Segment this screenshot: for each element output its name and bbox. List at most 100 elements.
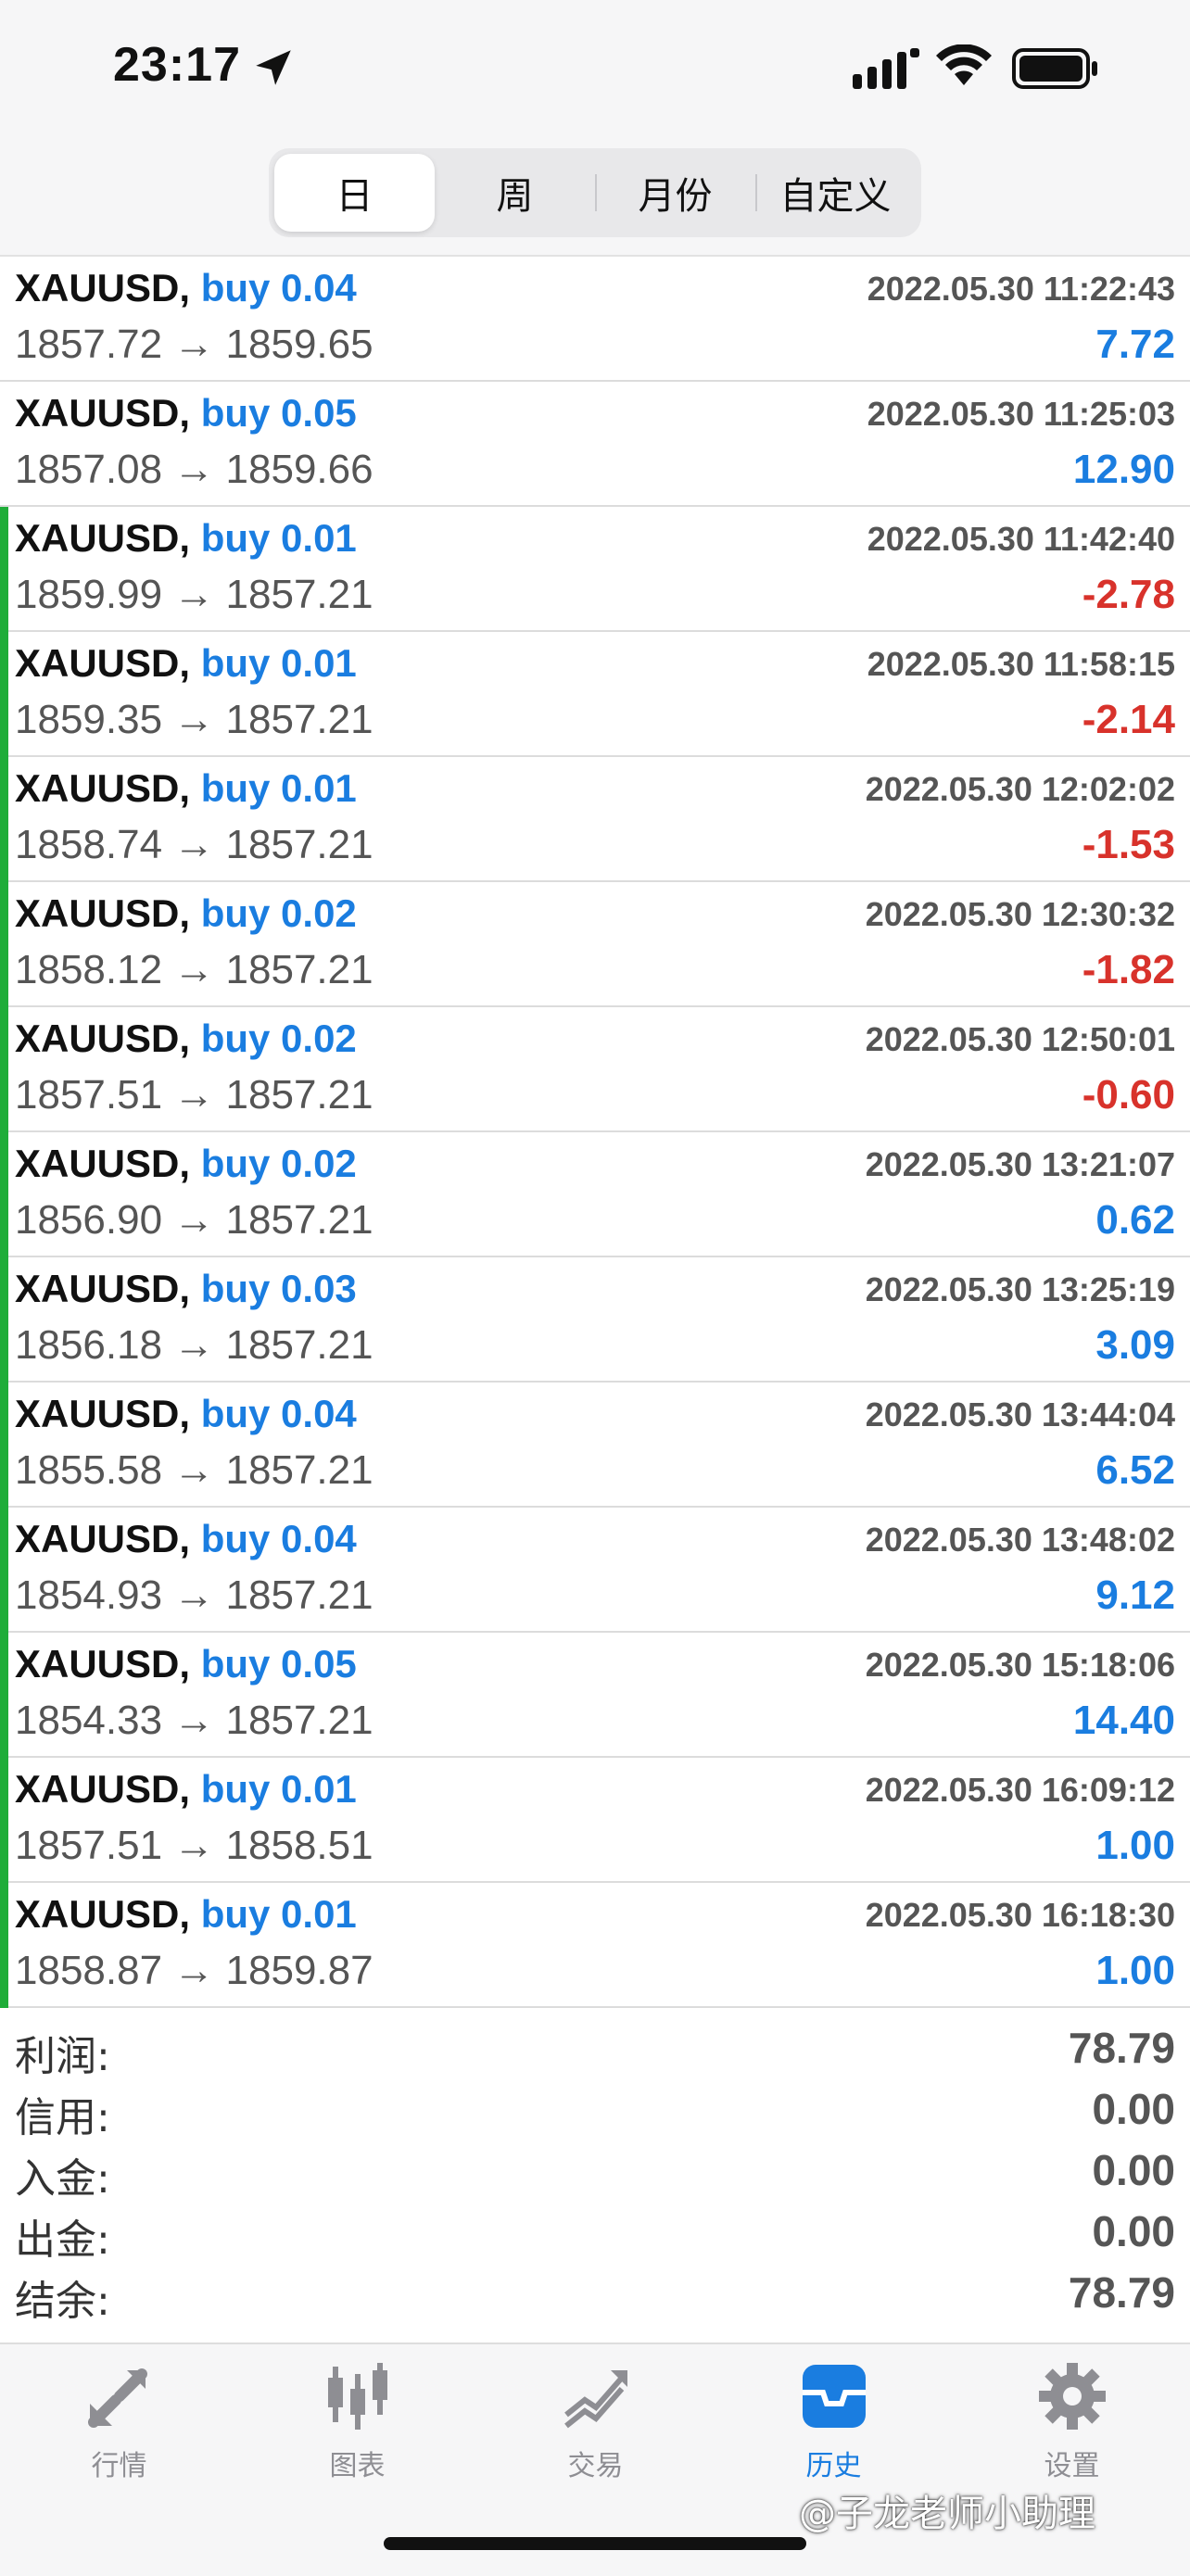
trade-side: buy 0.05 [200,391,357,435]
open-price: 1856.90 [15,1197,163,1243]
trade-profit: -1.82 [1082,947,1175,992]
trade-row[interactable]: XAUUSD, buy 0.04 1855.58 → 1857.21 2022.… [0,1383,1190,1508]
summary-value: 78.79 [1068,2024,1175,2072]
trade-time: 2022.05.30 13:25:19 [865,1270,1175,1308]
trade-side: buy 0.01 [200,641,357,685]
arrow: → [173,697,215,742]
trade-time: 2022.05.30 12:30:32 [865,895,1175,933]
wifi-icon [936,44,992,85]
summary-label: 利润: [15,2033,110,2080]
cellular-signal-icon [853,48,919,89]
trade-time: 2022.05.30 11:22:43 [867,270,1175,308]
trade-row[interactable]: XAUUSD, buy 0.01 1859.99 → 1857.21 2022.… [0,507,1190,632]
trade-side: buy 0.03 [200,1267,357,1310]
trade-row[interactable]: XAUUSD, buy 0.02 1858.12 → 1857.21 2022.… [0,882,1190,1007]
trade-profit: 7.72 [1095,322,1175,367]
open-price: 1859.35 [15,697,163,742]
trade-symbol: XAUUSD, [15,891,191,935]
trade-symbol: XAUUSD, [15,1767,191,1811]
location-arrow-icon [256,50,291,85]
tab-trade[interactable]: 交易 [476,2359,715,2489]
summary-profit: 利润: 78.79 [0,2015,1190,2080]
trade-symbol: XAUUSD, [15,641,191,685]
arrow: → [173,1572,215,1618]
tab-quotes[interactable]: 行情 [0,2359,238,2489]
open-price: 1855.58 [15,1447,163,1493]
trade-time: 2022.05.30 12:02:02 [865,770,1175,808]
trade-time: 2022.05.30 15:18:06 [865,1646,1175,1684]
open-price: 1858.12 [15,947,163,992]
trade-row[interactable]: XAUUSD, buy 0.01 1857.51 → 1858.51 2022.… [0,1758,1190,1883]
arrow: → [173,447,215,492]
history-header: 日 周 月份 自定义 [0,139,1190,257]
summary-withdrawal: 出金: 0.00 [0,2199,1190,2264]
trade-time: 2022.05.30 12:50:01 [865,1020,1175,1058]
trade-time: 2022.05.30 13:48:02 [865,1521,1175,1559]
summary-value: 0.00 [1092,2207,1175,2255]
close-price: 1857.21 [225,1447,373,1493]
trade-side: buy 0.05 [200,1642,357,1686]
arrow: → [173,1322,215,1368]
tab-label: 图表 [329,2450,386,2482]
close-price: 1859.65 [225,322,373,367]
close-price: 1857.21 [225,1698,373,1743]
home-indicator [384,2537,806,2550]
trade-time: 2022.05.30 16:09:12 [865,1771,1175,1809]
trade-profit: -0.60 [1082,1072,1175,1118]
trade-symbol: XAUUSD, [15,1392,191,1435]
trade-row[interactable]: XAUUSD, buy 0.03 1856.18 → 1857.21 2022.… [0,1257,1190,1383]
open-price: 1858.74 [15,822,163,867]
trade-row[interactable]: XAUUSD, buy 0.05 1854.33 → 1857.21 2022.… [0,1633,1190,1758]
trade-side: buy 0.04 [200,266,357,309]
trade-symbol: XAUUSD, [15,266,191,309]
summary-label: 入金: [15,2155,110,2203]
tab-settings[interactable]: 设置 [953,2359,1190,2489]
tab-label: 行情 [91,2450,147,2482]
trade-row[interactable]: XAUUSD, buy 0.04 1857.72 → 1859.65 2022.… [0,257,1190,382]
trade-profit: -2.78 [1082,572,1175,617]
trade-side: buy 0.02 [200,891,357,935]
tab-week[interactable]: 周 [435,154,595,232]
open-price: 1857.51 [15,1072,163,1118]
trade-side: buy 0.04 [200,1392,357,1435]
close-price: 1859.66 [225,447,373,492]
close-price: 1857.21 [225,822,373,867]
open-price: 1857.51 [15,1823,163,1868]
summary-label: 出金: [15,2216,110,2264]
trade-symbol: XAUUSD, [15,1142,191,1185]
trade-row[interactable]: XAUUSD, buy 0.01 1858.74 → 1857.21 2022.… [0,757,1190,882]
trade-symbol: XAUUSD, [15,1642,191,1686]
open-price: 1857.08 [15,447,163,492]
summary-credit: 信用: 0.00 [0,2077,1190,2141]
trade-profit: 1.00 [1095,1948,1175,1993]
trade-time: 2022.05.30 11:25:03 [867,395,1175,433]
close-price: 1858.51 [225,1823,373,1868]
trade-row[interactable]: XAUUSD, buy 0.05 1857.08 → 1859.66 2022.… [0,382,1190,507]
trade-symbol: XAUUSD, [15,1892,191,1936]
summary-value: 78.79 [1068,2268,1175,2317]
settings-icon [1038,2363,1106,2430]
trade-row[interactable]: XAUUSD, buy 0.01 1859.35 → 1857.21 2022.… [0,632,1190,757]
trade-row[interactable]: XAUUSD, buy 0.04 1854.93 → 1857.21 2022.… [0,1508,1190,1633]
summary-value: 0.00 [1092,2085,1175,2133]
arrow: → [173,1447,215,1493]
chart-icon [327,2363,387,2430]
trade-row[interactable]: XAUUSD, buy 0.01 1858.87 → 1859.87 2022.… [0,1883,1190,2008]
trade-row[interactable]: XAUUSD, buy 0.02 1857.51 → 1857.21 2022.… [0,1007,1190,1132]
summary-label: 信用: [15,2094,110,2141]
arrow: → [173,1072,215,1118]
trade-side: buy 0.02 [200,1142,357,1185]
tab-month[interactable]: 月份 [595,154,755,232]
trade-symbol: XAUUSD, [15,1017,191,1060]
open-price: 1857.72 [15,322,163,367]
trade-row[interactable]: XAUUSD, buy 0.02 1856.90 → 1857.21 2022.… [0,1132,1190,1257]
close-price: 1857.21 [225,572,373,617]
trade-side: buy 0.04 [200,1517,357,1560]
tab-history[interactable]: 历史 [715,2359,953,2489]
trade-profit: 6.52 [1095,1447,1175,1493]
trade-time: 2022.05.30 13:44:04 [865,1395,1175,1433]
arrow: → [173,822,215,867]
tab-chart[interactable]: 图表 [238,2359,476,2489]
tab-day[interactable]: 日 [274,154,435,232]
tab-custom[interactable]: 自定义 [755,154,916,232]
